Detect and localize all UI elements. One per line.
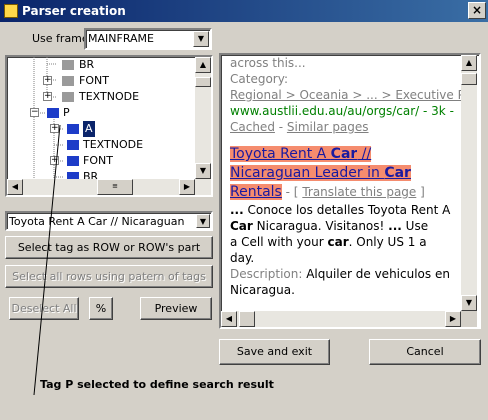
annotation-arrow — [33, 124, 61, 396]
annotation-text: Tag P selected to define search result — [40, 378, 274, 391]
